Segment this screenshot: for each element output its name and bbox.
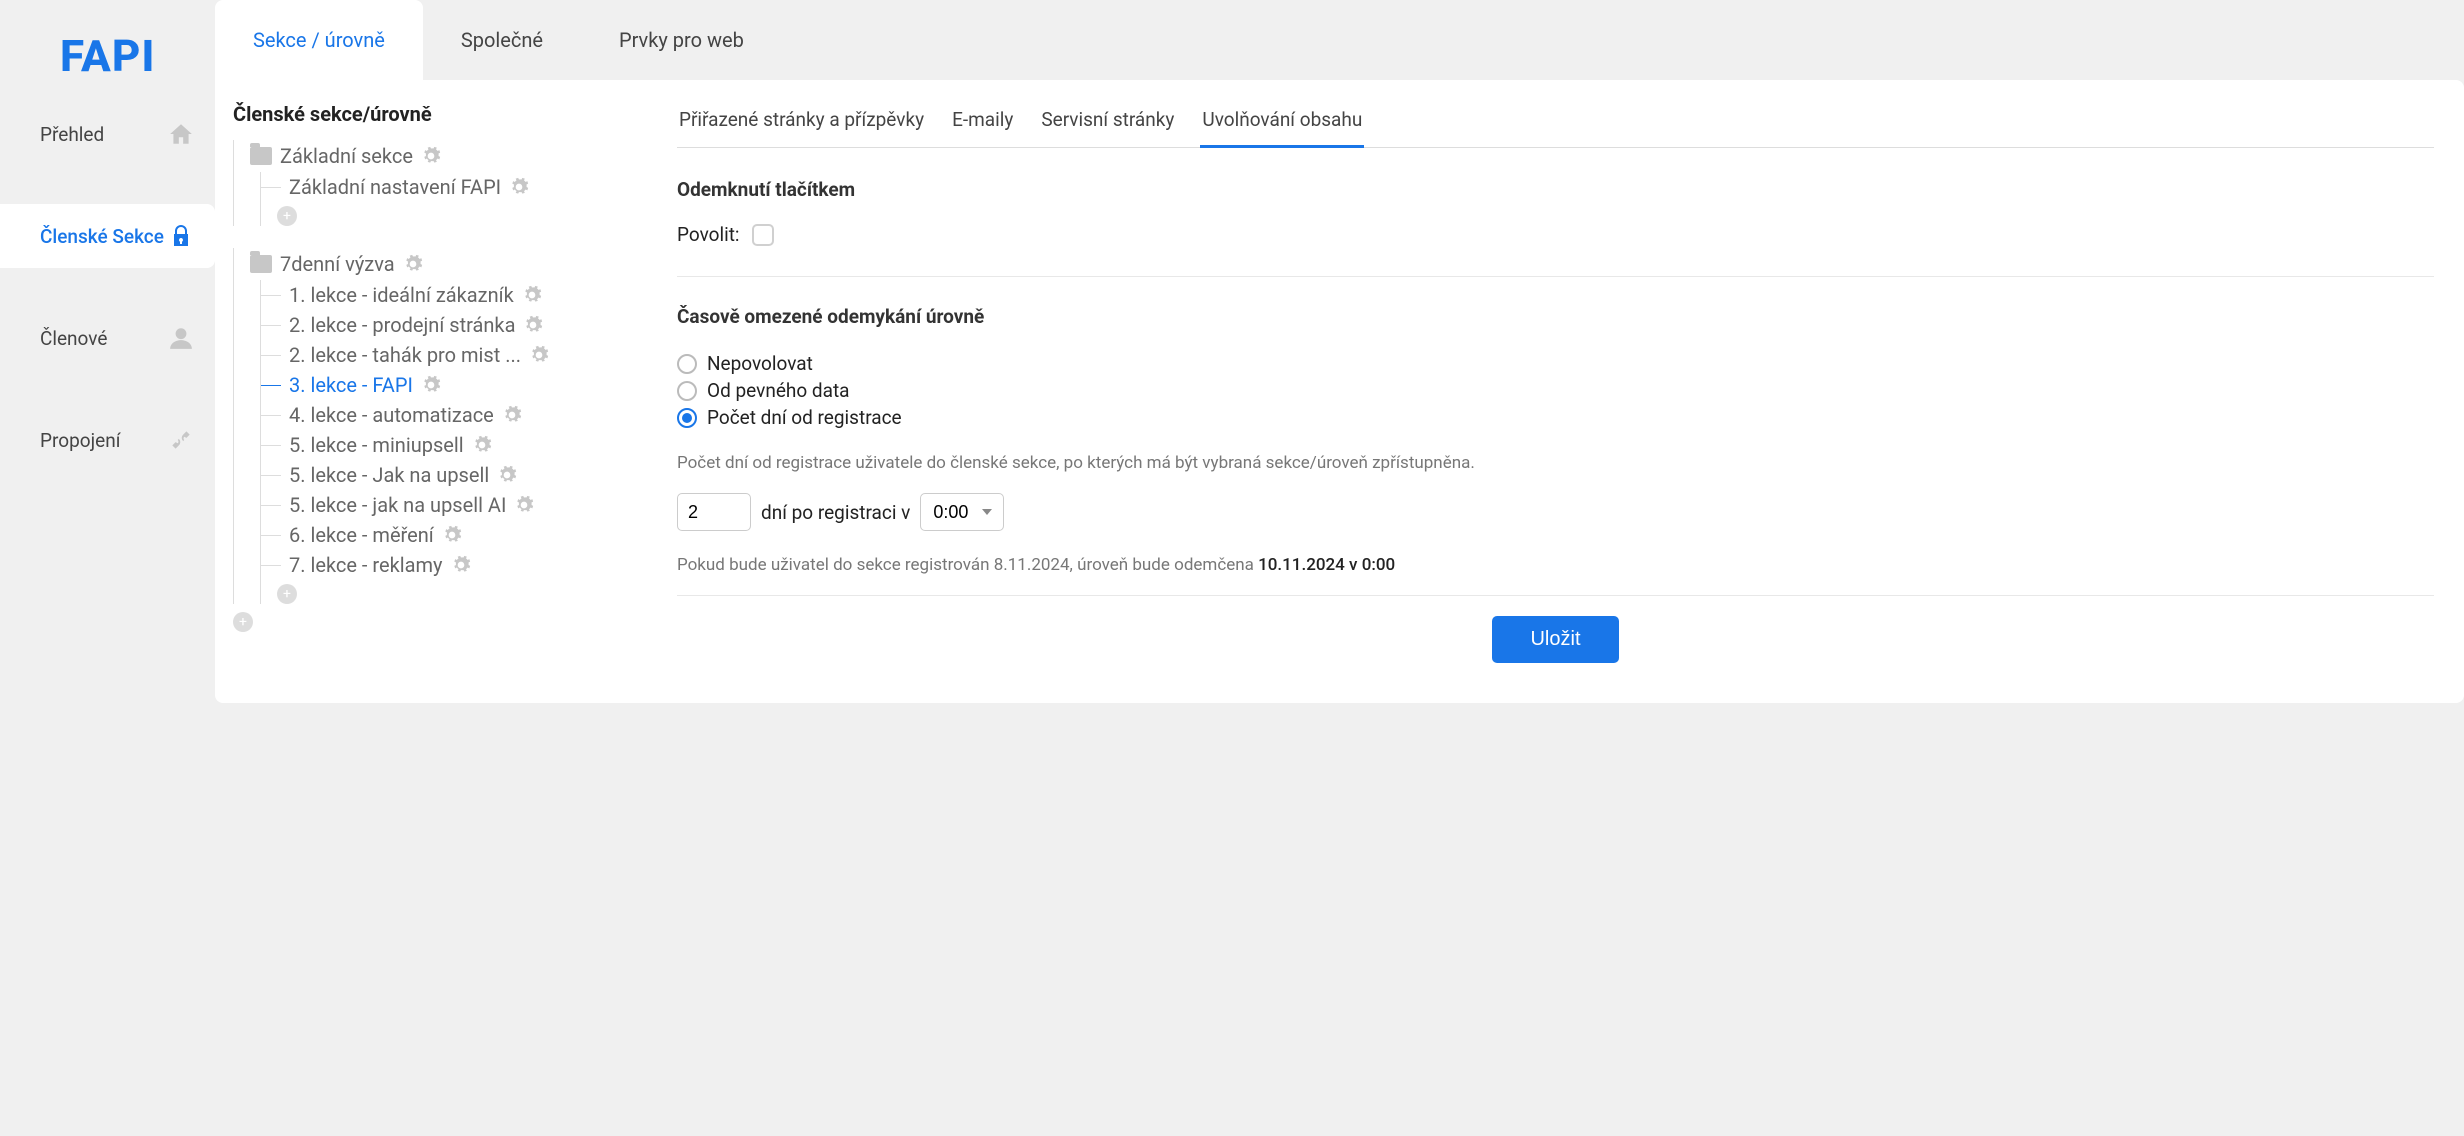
result-prefix: Pokud bude uživatel do sekce registrován… (677, 555, 1258, 575)
enable-row: Povolit: (677, 223, 2434, 246)
logo: FAPI (0, 20, 215, 102)
sidebar-item-clenske-sekce[interactable]: Členské Sekce (0, 204, 215, 268)
sub-tab-uvolnovani[interactable]: Uvolňování obsahu (1200, 102, 1364, 148)
sub-tab-prirazene[interactable]: Přiřazené stránky a přízpěvky (677, 102, 926, 147)
gear-icon[interactable] (497, 465, 517, 485)
sidebar-item-label: Členové (40, 327, 107, 350)
tree-item[interactable]: 4. lekce - automatizace (261, 400, 633, 430)
radio-icon (677, 354, 697, 374)
sidebar-item-label: Přehled (40, 123, 104, 146)
radio-nepovolovat[interactable]: Nepovolovat (677, 350, 2434, 377)
result-strong: 10.11.2024 v 0:00 (1258, 555, 1395, 575)
radio-icon (677, 381, 697, 401)
tree-group: Základní sekce Základní nastavení FAPI + (233, 140, 633, 226)
sub-tabs: Přiřazené stránky a přízpěvky E-maily Se… (677, 102, 2434, 148)
gear-icon[interactable] (403, 254, 423, 274)
tree-item[interactable]: 5. lekce - jak na upsell AI (261, 490, 633, 520)
tree-item-label: 3. lekce - FAPI (261, 373, 413, 397)
tree-item[interactable]: 2. lekce - tahák pro mist ... (261, 340, 633, 370)
tree-item[interactable]: 6. lekce - měření (261, 520, 633, 550)
tab-sekce-urovne[interactable]: Sekce / úrovně (215, 0, 423, 80)
tab-spolecne[interactable]: Společné (423, 0, 581, 80)
sidebar-item-prehled[interactable]: Přehled (0, 102, 215, 166)
tree-item-label: 5. lekce - Jak na upsell (261, 463, 489, 487)
add-icon[interactable]: + (233, 612, 253, 632)
sidebar-item-propojeni[interactable]: Propojení (0, 408, 215, 472)
lock-icon (167, 222, 195, 250)
tree-group: 7denní výzva 1. lekce - ideální zákazník… (233, 248, 633, 604)
radio-label: Počet dní od registrace (707, 406, 902, 429)
radio-label: Nepovolovat (707, 352, 813, 375)
tree-item-label: 6. lekce - měření (261, 523, 434, 547)
tree-item-label: 2. lekce - tahák pro mist ... (261, 343, 521, 367)
tree-item-label: 4. lekce - automatizace (261, 403, 494, 427)
top-tabs: Sekce / úrovně Společné Prvky pro web (215, 0, 2464, 80)
gear-icon[interactable] (502, 405, 522, 425)
radio-pocet-dni[interactable]: Počet dní od registrace (677, 404, 2434, 431)
tree-item-label: 2. lekce - prodejní stránka (261, 313, 515, 337)
tree-item-label: 7. lekce - reklamy (261, 553, 443, 577)
tree-item-label: 1. lekce - ideální zákazník (261, 283, 514, 307)
divider (677, 276, 2434, 277)
enable-label: Povolit: (677, 223, 740, 246)
gear-icon[interactable] (529, 345, 549, 365)
tree-item[interactable]: 1. lekce - ideální zákazník (261, 280, 633, 310)
radio-icon (677, 408, 697, 428)
tree-item[interactable]: 7. lekce - reklamy (261, 550, 633, 580)
save-button[interactable]: Uložit (1492, 616, 1618, 663)
sidebar-item-label: Členské Sekce (40, 225, 164, 248)
days-input[interactable] (677, 493, 751, 531)
gear-icon[interactable] (522, 285, 542, 305)
gear-icon[interactable] (514, 495, 534, 515)
days-controls: dní po registraci v 0:00 (677, 493, 2434, 531)
gear-icon[interactable] (509, 177, 529, 197)
folder-icon (250, 255, 272, 273)
section-heading-time-unlock: Časově omezené odemykání úrovně (677, 305, 2434, 328)
radio-od-pevneho-data[interactable]: Od pevného data (677, 377, 2434, 404)
sidebar-item-clenove[interactable]: Členové (0, 306, 215, 370)
plug-icon (167, 426, 195, 454)
sub-tab-servisni[interactable]: Servisní stránky (1039, 102, 1176, 147)
tree-item[interactable]: Základní nastavení FAPI (261, 172, 633, 202)
home-icon (167, 120, 195, 148)
radio-group-time-unlock: Nepovolovat Od pevného data Počet dní od… (677, 350, 2434, 431)
folder-icon (250, 147, 272, 165)
tree-folder-label: Základní sekce (280, 144, 413, 168)
result-line: Pokud bude uživatel do sekce registrován… (677, 555, 2434, 596)
tree-panel: Členské sekce/úrovně Základní sekce Zákl… (233, 102, 633, 663)
tree-folder[interactable]: Základní sekce (234, 140, 633, 172)
gear-icon[interactable] (523, 315, 543, 335)
tree-item[interactable]: 2. lekce - prodejní stránka (261, 310, 633, 340)
tree-item-label: Základní nastavení FAPI (261, 175, 501, 199)
days-suffix: dní po registraci v (761, 501, 910, 524)
radio-label: Od pevného data (707, 379, 850, 402)
tree-title: Členské sekce/úrovně (233, 102, 633, 126)
content: Členské sekce/úrovně Základní sekce Zákl… (215, 80, 2464, 703)
tree-item[interactable]: 5. lekce - miniupsell (261, 430, 633, 460)
tab-prvky-pro-web[interactable]: Prvky pro web (581, 0, 782, 80)
time-select[interactable]: 0:00 (920, 493, 1004, 531)
sub-tab-emaily[interactable]: E-maily (950, 102, 1015, 147)
tree-folder-label: 7denní výzva (280, 252, 395, 276)
user-icon (167, 324, 195, 352)
gear-icon[interactable] (472, 435, 492, 455)
enable-checkbox[interactable] (752, 224, 774, 246)
gear-icon[interactable] (442, 525, 462, 545)
tree-folder[interactable]: 7denní výzva (234, 248, 633, 280)
gear-icon[interactable] (421, 146, 441, 166)
section-heading-unlock-button: Odemknutí tlačítkem (677, 178, 2434, 201)
sidebar: FAPI Přehled Členské Sekce Členové Propo… (0, 0, 215, 1136)
hint-text: Počet dní od registrace uživatele do čle… (677, 453, 2434, 473)
gear-icon[interactable] (421, 375, 441, 395)
main: Sekce / úrovně Společné Prvky pro web Čl… (215, 0, 2464, 1136)
sidebar-item-label: Propojení (40, 429, 120, 452)
add-icon[interactable]: + (277, 584, 297, 604)
detail-panel: Přiřazené stránky a přízpěvky E-maily Se… (657, 102, 2434, 663)
tree-item-label: 5. lekce - miniupsell (261, 433, 464, 457)
tree-item-label: 5. lekce - jak na upsell AI (261, 493, 506, 517)
tree-item[interactable]: 3. lekce - FAPI (261, 370, 633, 400)
tree-item[interactable]: 5. lekce - Jak na upsell (261, 460, 633, 490)
gear-icon[interactable] (451, 555, 471, 575)
add-icon[interactable]: + (277, 206, 297, 226)
